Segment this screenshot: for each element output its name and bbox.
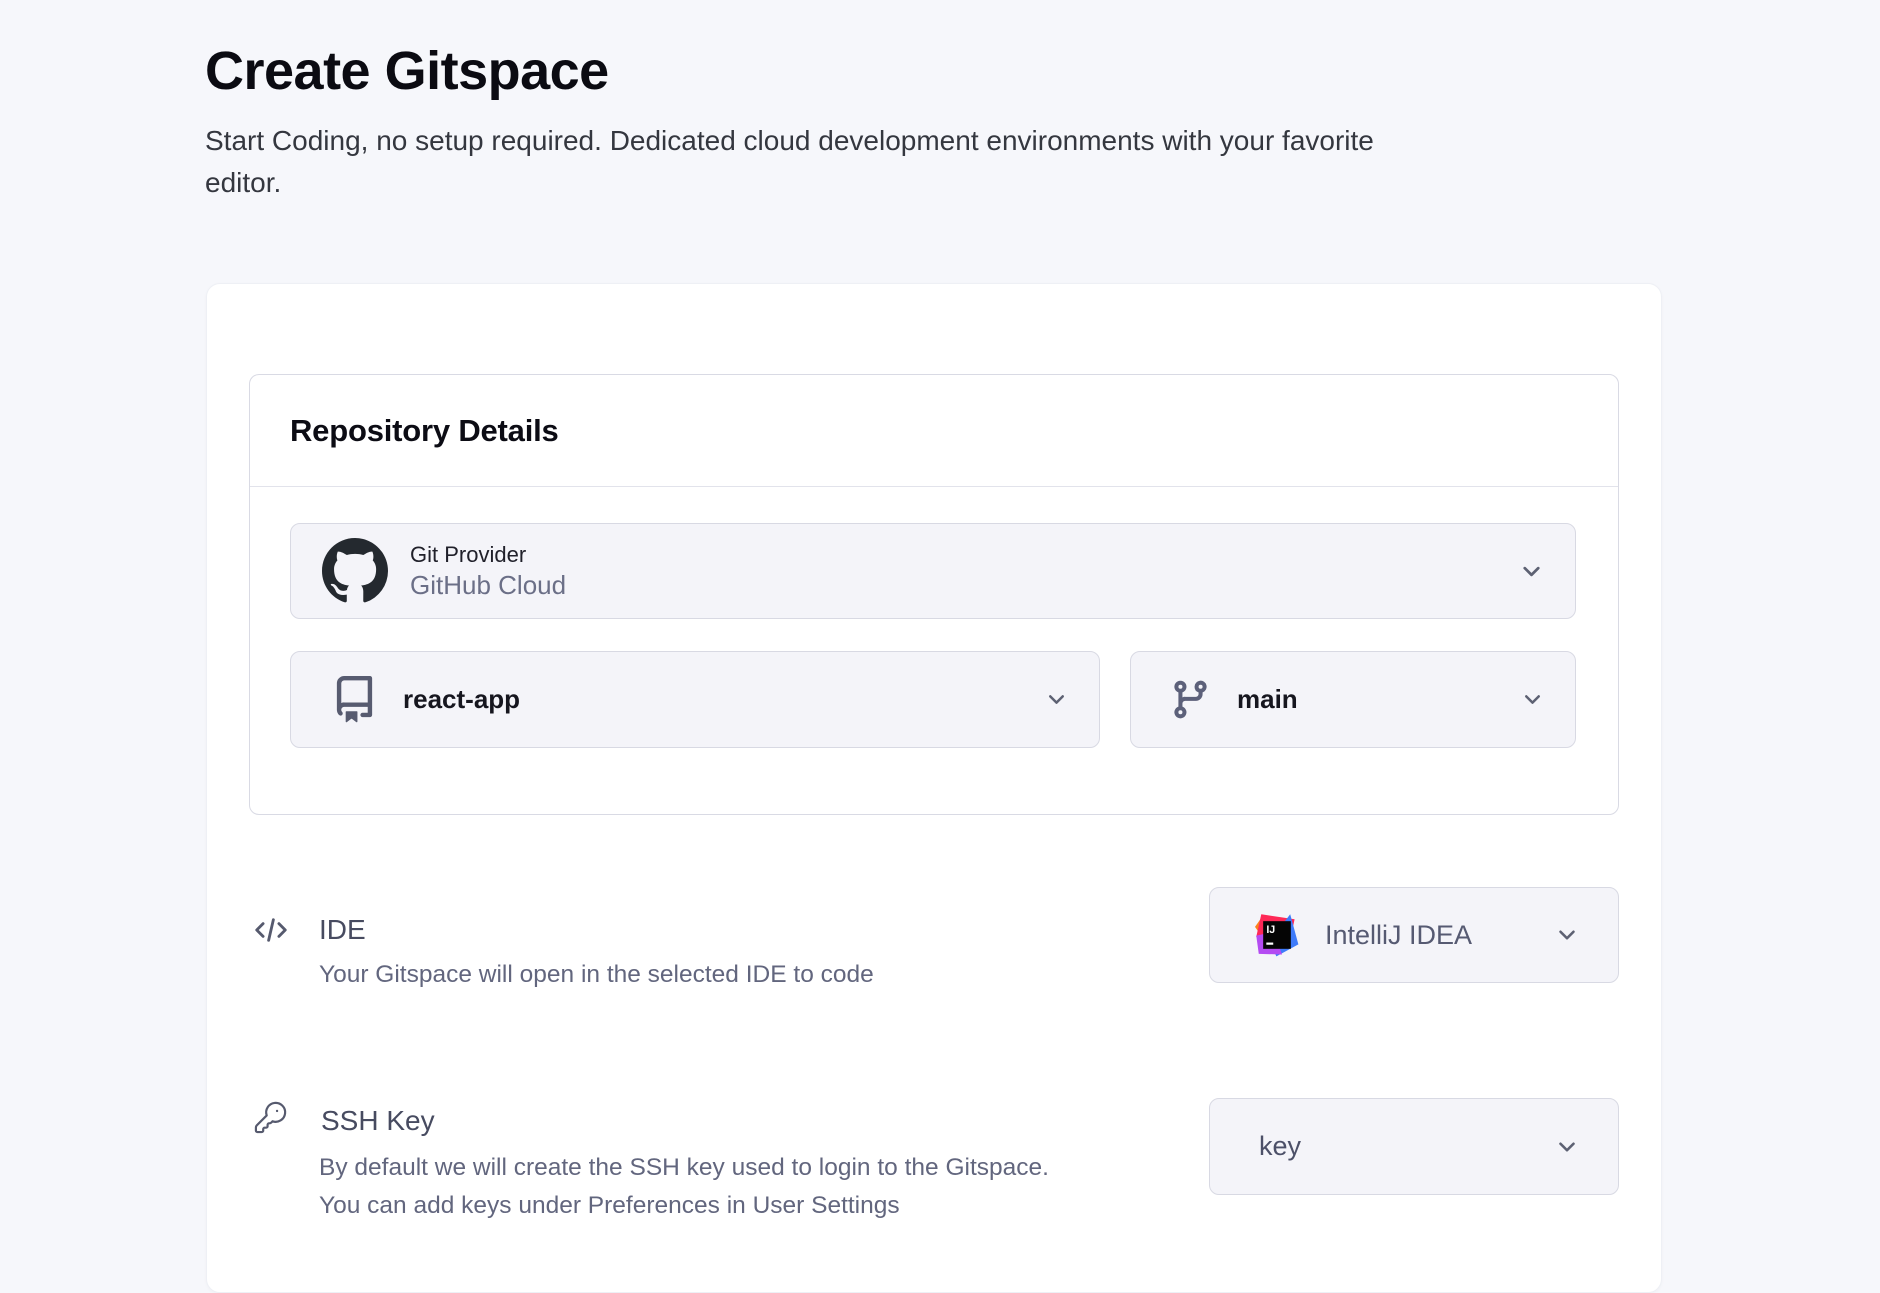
svg-text:IJ: IJ — [1266, 924, 1275, 936]
create-gitspace-page: Create Gitspace Start Coding, no setup r… — [0, 0, 1880, 1240]
repository-details-header: Repository Details — [250, 375, 1618, 487]
ide-description: Your Gitspace will open in the selected … — [319, 956, 874, 994]
repository-details-card: Repository Details Git Provider GitHub C… — [249, 374, 1619, 815]
repo-icon — [331, 676, 378, 723]
page-title: Create Gitspace — [205, 40, 1665, 102]
chevron-down-icon — [1554, 922, 1580, 948]
ide-selected-value: IntelliJ IDEA — [1325, 920, 1472, 951]
code-icon — [252, 917, 290, 943]
page-subtitle: Start Coding, no setup required. Dedicat… — [205, 120, 1665, 204]
chevron-down-icon — [1520, 687, 1545, 712]
ssh-key-description-line-2: You can add keys under Preferences in Us… — [319, 1187, 1049, 1225]
chevron-down-icon — [1518, 558, 1545, 585]
repository-details-body: Git Provider GitHub Cloud r — [250, 487, 1618, 814]
page-header: Create Gitspace Start Coding, no setup r… — [205, 40, 1665, 204]
ssh-key-selected-value: key — [1259, 1131, 1301, 1162]
repository-details-heading: Repository Details — [290, 413, 559, 449]
branch-value: main — [1237, 684, 1298, 715]
ssh-key-label: SSH Key — [321, 1104, 435, 1138]
git-provider-label: Git Provider — [410, 541, 566, 568]
git-provider-value: GitHub Cloud — [410, 570, 566, 601]
ide-label: IDE — [319, 913, 366, 947]
ide-select[interactable]: IJ IntelliJ IDEA — [1209, 887, 1619, 983]
repository-value: react-app — [403, 684, 520, 715]
chevron-down-icon — [1554, 1134, 1580, 1160]
git-provider-text: Git Provider GitHub Cloud — [410, 541, 566, 601]
github-icon — [322, 538, 388, 604]
intellij-idea-icon: IJ — [1255, 913, 1299, 957]
gitspace-form-card: Repository Details Git Provider GitHub C… — [206, 283, 1662, 1293]
ssh-key-select[interactable]: key — [1209, 1098, 1619, 1195]
key-icon — [253, 1100, 288, 1135]
page-subtitle-line-1: Start Coding, no setup required. Dedicat… — [205, 120, 1665, 162]
branch-select[interactable]: main — [1130, 651, 1576, 748]
page-subtitle-line-2: editor. — [205, 162, 1665, 204]
chevron-down-icon — [1044, 687, 1069, 712]
ssh-key-description: By default we will create the SSH key us… — [319, 1149, 1049, 1225]
git-branch-icon — [1169, 678, 1212, 721]
ssh-key-description-line-1: By default we will create the SSH key us… — [319, 1149, 1049, 1187]
git-provider-select[interactable]: Git Provider GitHub Cloud — [290, 523, 1576, 619]
repo-branch-row: react-app main — [290, 651, 1576, 748]
repository-select[interactable]: react-app — [290, 651, 1100, 748]
